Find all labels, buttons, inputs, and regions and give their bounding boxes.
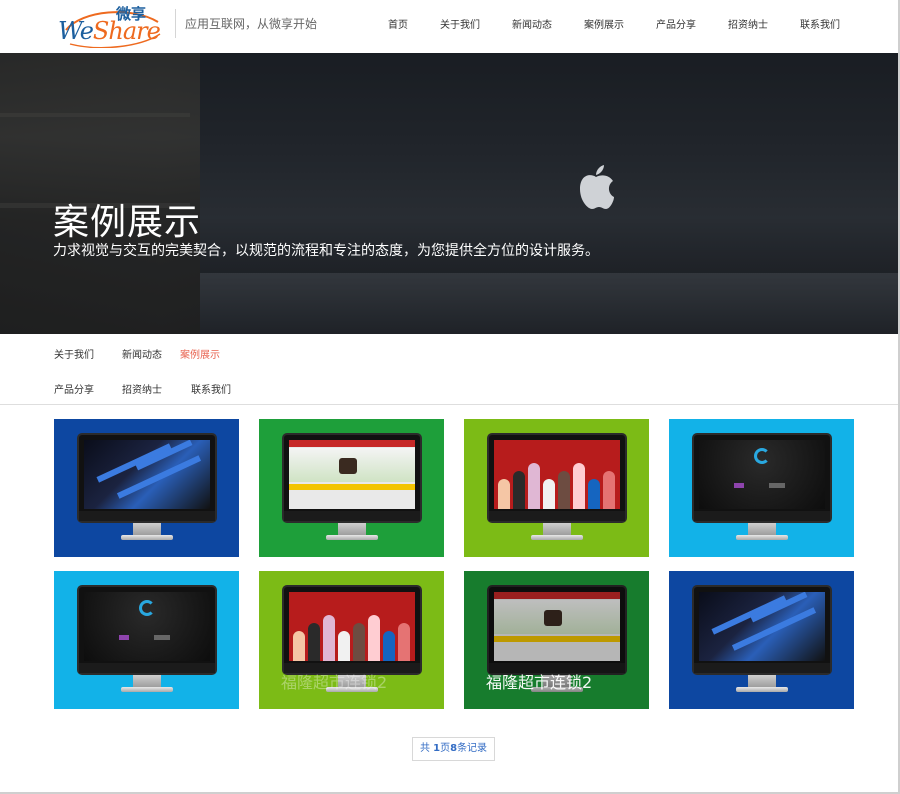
nav-home[interactable]: 首页 [372,16,424,31]
screen-person [397,623,410,661]
screen-person [307,623,320,661]
subnav-products[interactable]: 产品分享 [54,381,94,396]
screen-purple [733,482,744,488]
screen-person [322,615,335,661]
screen-person [352,623,365,661]
monitor-base [735,687,788,692]
logo-chinese: 微享 [116,5,147,23]
subnav-contact[interactable]: 联系我们 [191,381,231,396]
monitor-chin [693,511,830,521]
screen-person [557,471,570,509]
screen-person [337,631,350,661]
screen-ring [138,600,155,617]
subnav-cases[interactable]: 案例展示 [180,346,220,361]
case-tile[interactable] [464,419,649,557]
nav-about[interactable]: 关于我们 [424,16,496,31]
page: WeShare 微享 应用互联网，从微享开始 首页 关于我们 新闻动态 案例展示… [0,0,900,794]
nav-products[interactable]: 产品分享 [640,16,712,31]
case-monitor-image [486,433,627,523]
monitor-base [120,535,173,540]
pager-mid: 页 [440,743,451,754]
screen-purple [118,634,129,640]
screen-horse [338,458,357,474]
case-screen [83,592,210,661]
case-tile[interactable]: 福隆超市连锁2 [464,571,649,709]
case-screen [288,592,415,661]
subnav-news[interactable]: 新闻动态 [122,346,162,361]
monitor-chin [283,511,420,521]
monitor-chin [488,511,625,521]
header-divider [175,9,176,38]
screen-person [572,463,585,509]
case-monitor-image [281,585,422,675]
screen-person [542,479,555,509]
screen-strip [288,484,415,490]
monitor-base [120,687,173,692]
case-monitor-image [691,433,832,523]
case-tile[interactable] [54,571,239,709]
nav-cases[interactable]: 案例展示 [568,16,640,31]
banner-title: 案例展示 [53,202,202,243]
monitor-chin [78,663,215,673]
monitor-base [325,535,378,540]
nav-contact[interactable]: 联系我们 [784,16,856,31]
apple-logo-icon [580,165,614,209]
weshare-logo[interactable]: WeShare 微享 [58,4,166,48]
monitor-chin [693,663,830,673]
case-tile[interactable] [669,571,854,709]
nav-jobs[interactable]: 招资纳士 [712,16,784,31]
monitor-chin [78,511,215,521]
screen-ring [753,448,770,465]
pagination-info: 共 1页8条记录 [412,737,495,761]
case-monitor-image [76,585,217,675]
screen-person [367,615,380,661]
case-screen [698,592,825,661]
case-tile[interactable] [259,419,444,557]
screen-person [382,631,395,661]
hero-banner: 案例展示 力求视觉与交互的完美契合，以规范的流程和专注的态度，为您提供全方位的设… [0,53,898,334]
case-screen [288,440,415,509]
screen-person [512,471,525,509]
screen-btn [769,482,786,488]
case-tile[interactable] [669,419,854,557]
screen-btn [154,634,171,640]
case-caption: 福隆超市连锁2 [486,673,593,692]
monitor-base [735,535,788,540]
screen-person [497,479,510,509]
sub-nav: 关于我们 新闻动态 案例展示 产品分享 招资纳士 联系我们 [0,334,898,405]
screen-person [292,631,305,661]
case-tile[interactable] [54,419,239,557]
case-tile[interactable]: 福隆超市连锁2 [259,571,444,709]
monitor-base [530,535,583,540]
subnav-about[interactable]: 关于我们 [54,346,94,361]
case-screen [493,440,620,509]
screen-top [288,440,415,447]
slogan: 应用互联网，从微享开始 [185,17,318,31]
pager-suffix: 条记录 [457,743,488,754]
header: WeShare 微享 应用互联网，从微享开始 首页 关于我们 新闻动态 案例展示… [0,0,898,53]
case-screen [83,440,210,509]
case-monitor-image [76,433,217,523]
pager-prefix: 共 [419,743,434,754]
case-monitor-image [691,585,832,675]
banner-subtitle: 力求视觉与交互的完美契合，以规范的流程和专注的态度，为您提供全方位的设计服务。 [53,243,599,259]
case-caption: 福隆超市连锁2 [281,673,388,692]
screen-person [587,479,600,509]
screen-person [602,471,615,509]
main-nav: 首页 关于我们 新闻动态 案例展示 产品分享 招资纳士 联系我们 [372,16,856,31]
logo-we: We [58,17,94,45]
subnav-jobs[interactable]: 招资纳士 [122,381,162,396]
case-screen [698,440,825,509]
case-monitor-image [281,433,422,523]
screen-person [527,463,540,509]
nav-news[interactable]: 新闻动态 [496,16,568,31]
